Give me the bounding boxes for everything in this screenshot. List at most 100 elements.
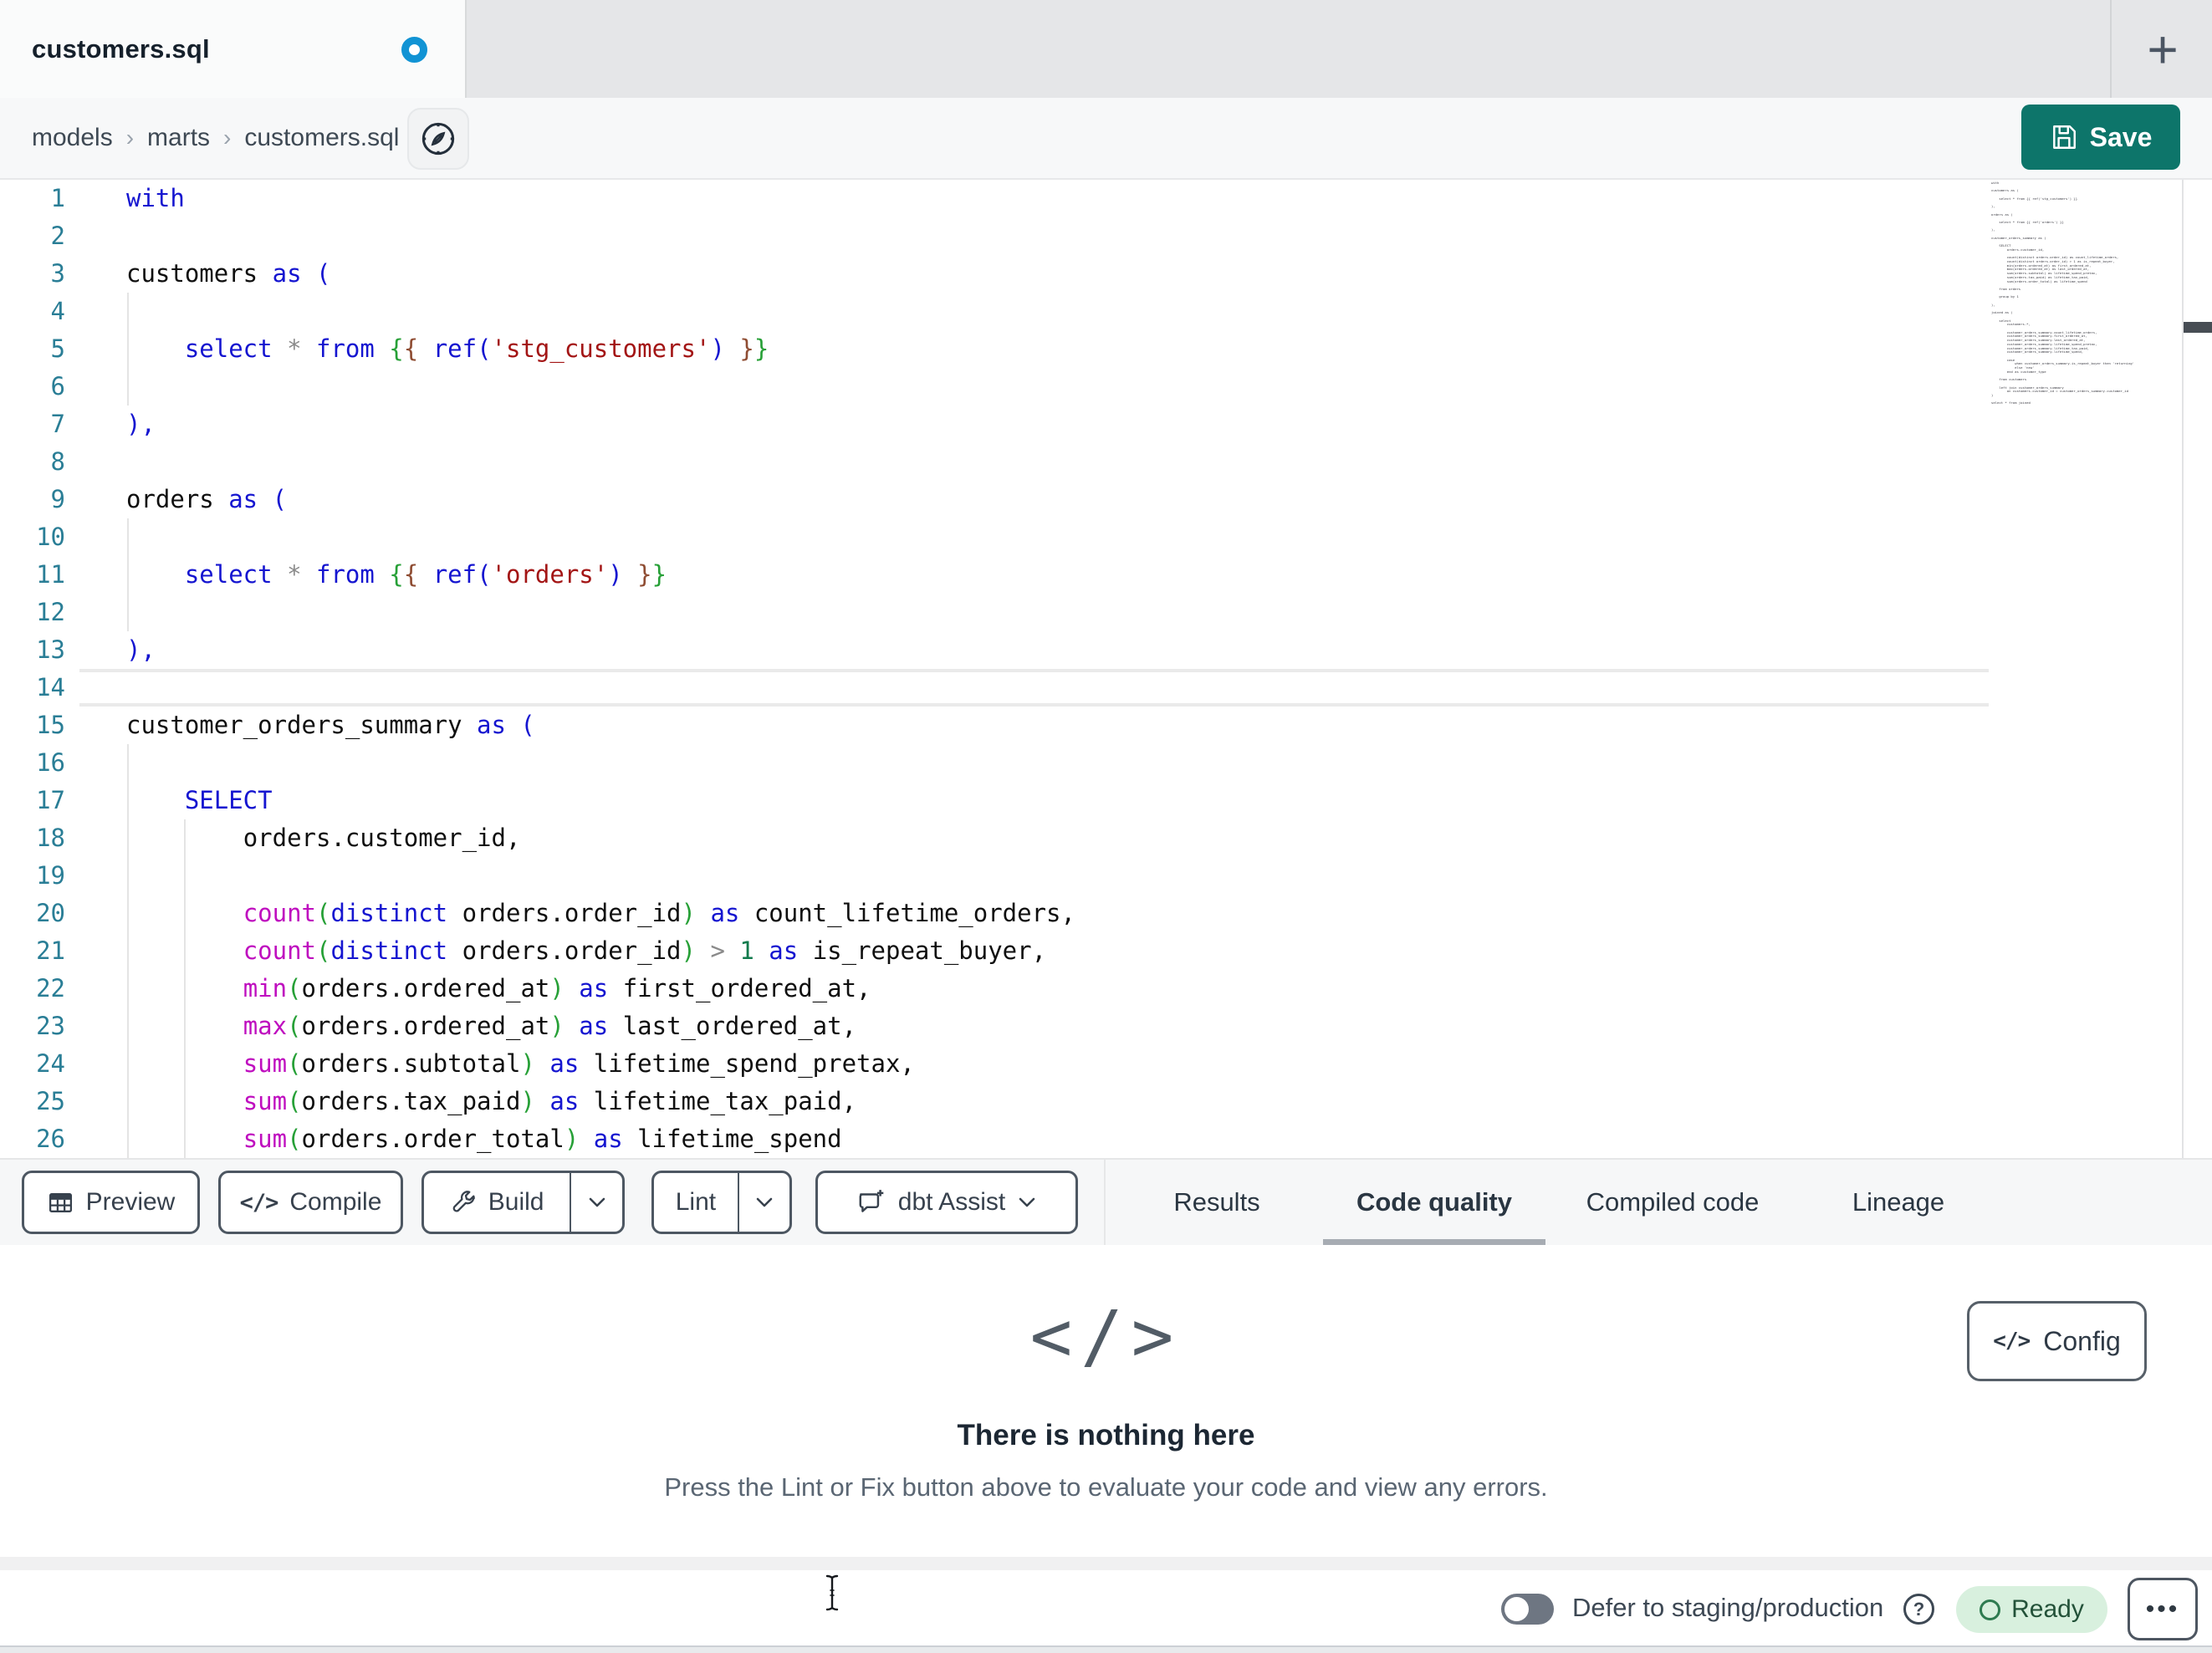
- empty-state-subtitle: Press the Lint or Fix button above to ev…: [664, 1472, 1548, 1502]
- line-number: 17: [36, 786, 65, 814]
- more-options-button[interactable]: •••: [2128, 1578, 2198, 1640]
- active-tab-underline: [1323, 1239, 1545, 1245]
- line-number: 16: [36, 748, 65, 777]
- code-line-content: [79, 368, 1989, 406]
- breadcrumb-item-models[interactable]: models: [32, 124, 113, 152]
- line-number: 13: [36, 635, 65, 664]
- code-line[interactable]: 4: [0, 293, 2212, 330]
- code-line-content: ),: [126, 410, 156, 438]
- preview-button[interactable]: Preview: [22, 1171, 200, 1234]
- breadcrumb-item-marts[interactable]: marts: [147, 124, 210, 152]
- code-line[interactable]: 18 orders.customer_id,: [0, 819, 2212, 857]
- code-line[interactable]: 17 SELECT: [0, 782, 2212, 819]
- code-line-content: min(orders.ordered_at) as first_ordered_…: [243, 974, 871, 1003]
- indent-guide: [127, 744, 129, 1158]
- breadcrumb-separator: ›: [223, 125, 232, 151]
- tab-code-quality[interactable]: Code quality: [1321, 1160, 1547, 1245]
- assist-chat-sparkle-icon: [856, 1187, 886, 1217]
- code-line[interactable]: 22 min(orders.ordered_at) as first_order…: [0, 970, 2212, 1008]
- code-line[interactable]: 19: [0, 857, 2212, 895]
- line-number: 4: [50, 297, 65, 325]
- code-line[interactable]: 12: [0, 594, 2212, 631]
- breadcrumb-item-file: customers.sql: [244, 124, 400, 151]
- code-line-content: with: [126, 184, 185, 212]
- save-button[interactable]: Save: [2021, 105, 2180, 170]
- open-lineage-compass-button[interactable]: [407, 108, 469, 170]
- compile-button-label: Compile: [289, 1188, 382, 1216]
- build-button[interactable]: Build: [424, 1173, 570, 1232]
- empty-state-code-icon: </>: [1029, 1295, 1183, 1377]
- line-number: 25: [36, 1087, 65, 1115]
- status-bar: Defer to staging/production ? Ready •••: [0, 1570, 2212, 1645]
- defer-toggle[interactable]: [1501, 1594, 1554, 1625]
- dbt-assist-button[interactable]: dbt Assist: [815, 1171, 1078, 1234]
- line-number: 19: [36, 861, 65, 890]
- code-editor[interactable]: 1 with 2 3 customers as ( 4 5 select * from {{…: [0, 180, 2212, 1158]
- code-line-content: select * from {{ ref('orders') }}: [184, 560, 667, 589]
- compile-button[interactable]: </> Compile: [218, 1171, 403, 1234]
- build-split-button: Build: [421, 1171, 625, 1234]
- indent-guide: [127, 518, 129, 631]
- code-line[interactable]: 9 orders as (: [0, 481, 2212, 518]
- code-line[interactable]: 3 customers as (: [0, 255, 2212, 293]
- lint-button[interactable]: Lint: [654, 1173, 738, 1232]
- line-number: 21: [36, 936, 65, 965]
- chevron-down-icon: [754, 1196, 774, 1209]
- code-lines: 1 with 2 3 customers as ( 4 5 select * from {{…: [0, 180, 2212, 1158]
- file-header-row: models › marts › customers.sql Save: [0, 98, 2212, 180]
- text-cursor-icon: [823, 1574, 841, 1612]
- code-line[interactable]: 14: [0, 669, 2212, 707]
- tab-lineage[interactable]: Lineage: [1798, 1160, 1999, 1245]
- indent-guide: [127, 293, 129, 406]
- editor-minimap[interactable]: with customers as ( select * from {{ ref…: [1989, 180, 2181, 1158]
- tab-bar-divider: [2110, 0, 2112, 98]
- code-line[interactable]: 24 sum(orders.subtotal) as lifetime_spen…: [0, 1045, 2212, 1083]
- code-line[interactable]: 21 count(distinct orders.order_id) > 1 a…: [0, 932, 2212, 970]
- new-tab-button[interactable]: +: [2124, 8, 2201, 89]
- line-number: 5: [50, 334, 65, 363]
- code-line[interactable]: 1 with: [0, 180, 2212, 217]
- chevron-down-icon: [1017, 1196, 1037, 1209]
- code-line[interactable]: 25 sum(orders.tax_paid) as lifetime_tax_…: [0, 1083, 2212, 1120]
- tab-compiled-code-label: Compiled code: [1586, 1187, 1760, 1217]
- code-line[interactable]: 7),: [0, 406, 2212, 443]
- line-number: 6: [50, 372, 65, 400]
- help-icon[interactable]: ?: [1903, 1594, 1934, 1625]
- panel-resize-handle[interactable]: [0, 1557, 2212, 1570]
- code-line[interactable]: 13),: [0, 631, 2212, 669]
- line-number: 2: [50, 222, 65, 250]
- code-line[interactable]: 16: [0, 744, 2212, 782]
- line-number: 9: [50, 485, 65, 513]
- code-line[interactable]: 5 select * from {{ ref('stg_customers') …: [0, 330, 2212, 368]
- breadcrumb: models › marts › customers.sql: [32, 98, 399, 178]
- code-line[interactable]: 26 sum(orders.order_total) as lifetime_s…: [0, 1120, 2212, 1158]
- lint-options-dropdown[interactable]: [739, 1173, 789, 1232]
- file-tab-customers-sql[interactable]: customers.sql: [0, 0, 467, 98]
- code-line[interactable]: 8: [0, 443, 2212, 481]
- code-line[interactable]: 11 select * from {{ ref('orders') }}: [0, 556, 2212, 594]
- code-line[interactable]: 20 count(distinct orders.order_id) as co…: [0, 895, 2212, 932]
- tab-compiled-code[interactable]: Compiled code: [1547, 1160, 1798, 1245]
- line-number: 11: [36, 560, 65, 589]
- line-number: 1: [50, 184, 65, 212]
- editor-scrollbar[interactable]: [2184, 180, 2212, 1158]
- line-number: 8: [50, 447, 65, 476]
- tab-results[interactable]: Results: [1112, 1160, 1321, 1245]
- table-grid-icon: [47, 1189, 74, 1217]
- compass-icon: [419, 120, 457, 158]
- lint-split-button: Lint: [651, 1171, 792, 1234]
- code-line[interactable]: 2: [0, 217, 2212, 255]
- code-line[interactable]: 15 customer_orders_summary as (: [0, 707, 2212, 744]
- command-bar: Preview </> Compile Build Lint dbt Assis…: [0, 1158, 2212, 1245]
- code-line[interactable]: 23 max(orders.ordered_at) as last_ordere…: [0, 1008, 2212, 1045]
- build-options-dropdown[interactable]: [571, 1173, 622, 1232]
- code-line-content: SELECT: [184, 786, 273, 814]
- breadcrumb-separator: ›: [125, 125, 135, 151]
- line-number: 18: [36, 824, 65, 852]
- code-line[interactable]: 10: [0, 518, 2212, 556]
- line-number: 7: [50, 410, 65, 438]
- ready-status-badge[interactable]: Ready: [1956, 1586, 2107, 1633]
- lint-button-label: Lint: [675, 1188, 717, 1216]
- line-number: 12: [36, 598, 65, 626]
- code-line[interactable]: 6: [0, 368, 2212, 406]
